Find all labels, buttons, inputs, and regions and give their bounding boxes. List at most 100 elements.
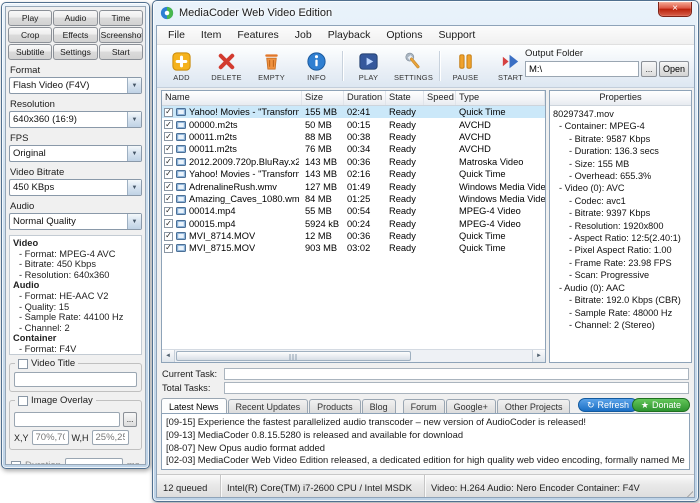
panel-button-start[interactable]: Start <box>98 44 143 60</box>
scrollbar-track[interactable] <box>175 350 532 362</box>
panel-button-settings[interactable]: Settings <box>53 44 98 60</box>
table-row[interactable]: ✓ 00011.m2ts 88 MB 00:38 Ready AVCHD <box>162 131 545 143</box>
overlay-xy-input[interactable] <box>31 430 69 445</box>
window-title: MediaCoder Web Video Edition <box>179 6 333 19</box>
panel-button-time[interactable]: Time <box>98 10 143 26</box>
row-checkbox[interactable]: ✓ <box>164 243 173 253</box>
panel-button-screenshot[interactable]: Screenshot <box>98 27 143 43</box>
play-button[interactable]: PLAY <box>346 46 391 86</box>
tab-products[interactable]: Products <box>309 399 361 413</box>
cell-state: Ready <box>389 107 416 118</box>
panel-button-play[interactable]: Play <box>8 10 53 26</box>
donate-button[interactable]: ★ Donate <box>631 398 690 412</box>
tab-blog[interactable]: Blog <box>361 399 396 413</box>
menu-options[interactable]: Options <box>378 27 430 43</box>
overlay-wh-input[interactable] <box>91 430 129 445</box>
titlebar[interactable]: MediaCoder Web Video Edition × <box>153 1 698 24</box>
row-checkbox[interactable]: ✓ <box>164 169 173 179</box>
row-checkbox[interactable]: ✓ <box>164 157 173 167</box>
row-checkbox[interactable]: ✓ <box>164 182 173 192</box>
table-row[interactable]: ✓ Yahoo! Movies - "Transformers: R... 155 … <box>162 106 545 119</box>
scroll-left-icon[interactable]: ◄ <box>162 350 175 362</box>
row-checkbox[interactable]: ✓ <box>164 107 173 117</box>
video-title-group: Video Title <box>9 358 142 392</box>
table-row[interactable]: ✓ MVI_8714.MOV 12 MB 00:36 Ready Quick Time <box>162 230 545 242</box>
table-row[interactable]: ✓ Amazing_Caves_1080.wmv 84 MB 01:25 Ready Wi… <box>162 193 545 205</box>
cell-size: 127 MB <box>305 181 338 192</box>
column-header-type[interactable]: Type <box>456 91 545 105</box>
format-dropdown[interactable]: Flash Video (F4V) ▼ <box>9 77 142 94</box>
video-title-checkbox[interactable] <box>18 358 28 369</box>
table-row[interactable]: ✓ 2012.2009.720p.BluRay.x264.DT... 143 MB 0… <box>162 156 545 168</box>
delete-button[interactable]: DELETE <box>204 46 249 86</box>
fps-dropdown[interactable]: Original ▼ <box>9 145 142 162</box>
properties-panel: Properties 80297347.mov - Container: MPEG… <box>549 90 692 363</box>
row-checkbox[interactable]: ✓ <box>164 132 173 142</box>
table-row[interactable]: ✓ AdrenalineRush.wmv 127 MB 01:49 Ready Windo… <box>162 180 545 192</box>
column-header-size[interactable]: Size <box>302 91 344 105</box>
close-button[interactable]: × <box>658 2 692 17</box>
settings-button[interactable]: SETTINGS <box>391 46 436 86</box>
cell-size: 55 MB <box>305 206 332 217</box>
tab-forum[interactable]: Forum <box>402 399 445 413</box>
overlay-file-input[interactable] <box>14 412 121 427</box>
tab-recent-updates[interactable]: Recent Updates <box>227 399 309 413</box>
table-row[interactable]: ✓ 00014.mp4 55 MB 00:54 Ready MPEG-4 Video <box>162 205 545 217</box>
horizontal-scrollbar[interactable]: ◄ ► <box>162 349 545 362</box>
row-checkbox[interactable]: ✓ <box>164 194 173 204</box>
overlay-xy-label: X,Y <box>14 432 29 443</box>
panel-button-audio[interactable]: Audio <box>53 10 98 26</box>
row-checkbox[interactable]: ✓ <box>164 144 173 154</box>
column-header-name[interactable]: Name <box>162 91 302 105</box>
menu-support[interactable]: Support <box>431 27 484 43</box>
menu-job[interactable]: Job <box>287 27 320 43</box>
refresh-button[interactable]: ↻ Refresh <box>577 398 638 412</box>
add-button[interactable]: ADD <box>159 46 204 86</box>
info-button[interactable]: INFO <box>294 46 339 86</box>
image-overlay-label: Image Overlay <box>31 395 93 406</box>
play-icon <box>359 53 378 70</box>
table-row[interactable]: ✓ 00015.mp4 5924 kB 00:24 Ready MPEG-4 Video <box>162 218 545 230</box>
scroll-right-icon[interactable]: ► <box>532 350 545 362</box>
tab-other-projects[interactable]: Other Projects <box>496 399 571 413</box>
table-row[interactable]: ✓ Yahoo! Movies - "Transformers: ... 143 M… <box>162 168 545 180</box>
video-title-input[interactable] <box>14 372 137 387</box>
tab-google[interactable]: Google+ <box>445 399 496 413</box>
tab-latest-news[interactable]: Latest News <box>161 398 227 413</box>
output-browse-button[interactable]: ... <box>641 61 657 77</box>
column-header-speed[interactable]: Speed <box>424 91 456 105</box>
image-overlay-checkbox[interactable] <box>18 395 28 406</box>
panel-button-crop[interactable]: Crop <box>8 27 53 43</box>
empty-button[interactable]: EMPTY <box>249 46 294 86</box>
film-icon <box>176 207 186 216</box>
table-row[interactable]: ✓ 00011.m2ts 76 MB 00:34 Ready AVCHD <box>162 143 545 155</box>
output-folder-input[interactable] <box>525 61 639 77</box>
panel-button-subtitle[interactable]: Subtitle <box>8 44 53 60</box>
output-open-button[interactable]: Open <box>659 61 689 77</box>
menu-playback[interactable]: Playback <box>320 27 379 43</box>
duration-input[interactable] <box>64 458 123 464</box>
column-header-state[interactable]: State <box>386 91 424 105</box>
menu-item[interactable]: Item <box>193 27 229 43</box>
audio-dropdown[interactable]: Normal Quality ▼ <box>9 213 142 230</box>
column-header-duration[interactable]: Duration <box>344 91 386 105</box>
resolution-dropdown[interactable]: 640x360 (16:9) ▼ <box>9 111 142 128</box>
main-window: MediaCoder Web Video Edition × File Item F… <box>152 0 699 502</box>
menu-file[interactable]: File <box>160 27 193 43</box>
table-row[interactable]: ✓ 00000.m2ts 50 MB 00:15 Ready AVCHD <box>162 118 545 130</box>
table-row[interactable]: ✓ MVI_8715.MOV 903 MB 03:02 Ready Quick Time <box>162 242 545 254</box>
row-checkbox[interactable]: ✓ <box>164 206 173 216</box>
scrollbar-thumb[interactable] <box>176 351 411 361</box>
row-checkbox[interactable]: ✓ <box>164 120 173 130</box>
menu-features[interactable]: Features <box>229 27 286 43</box>
row-checkbox[interactable]: ✓ <box>164 231 173 241</box>
toolbar-separator <box>342 51 343 81</box>
pause-button[interactable]: PAUSE <box>443 46 488 86</box>
row-checkbox[interactable]: ✓ <box>164 219 173 229</box>
duration-checkbox[interactable] <box>11 460 21 464</box>
panel-button-effects[interactable]: Effects <box>53 27 98 43</box>
overlay-browse-button[interactable]: ... <box>123 412 137 427</box>
film-icon <box>176 244 186 253</box>
menubar: File Item Features Job Playback Options Suppor… <box>157 26 694 45</box>
video-bitrate-dropdown[interactable]: 450 KBps ▼ <box>9 179 142 196</box>
